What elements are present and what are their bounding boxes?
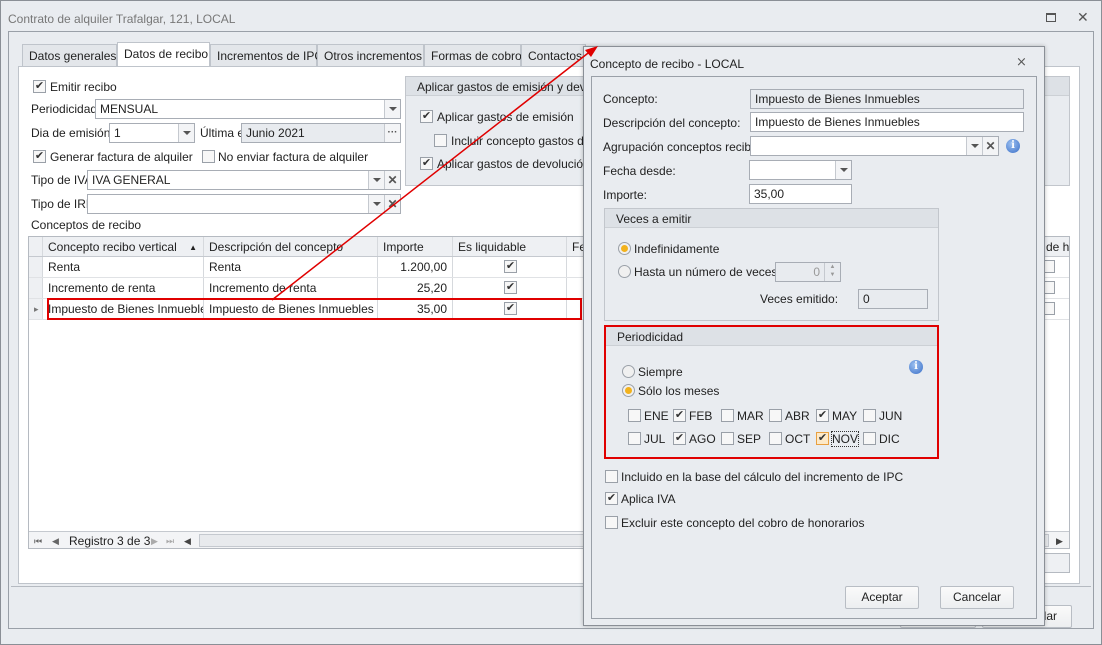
red-annotation-arrow: [271, 46, 598, 301]
